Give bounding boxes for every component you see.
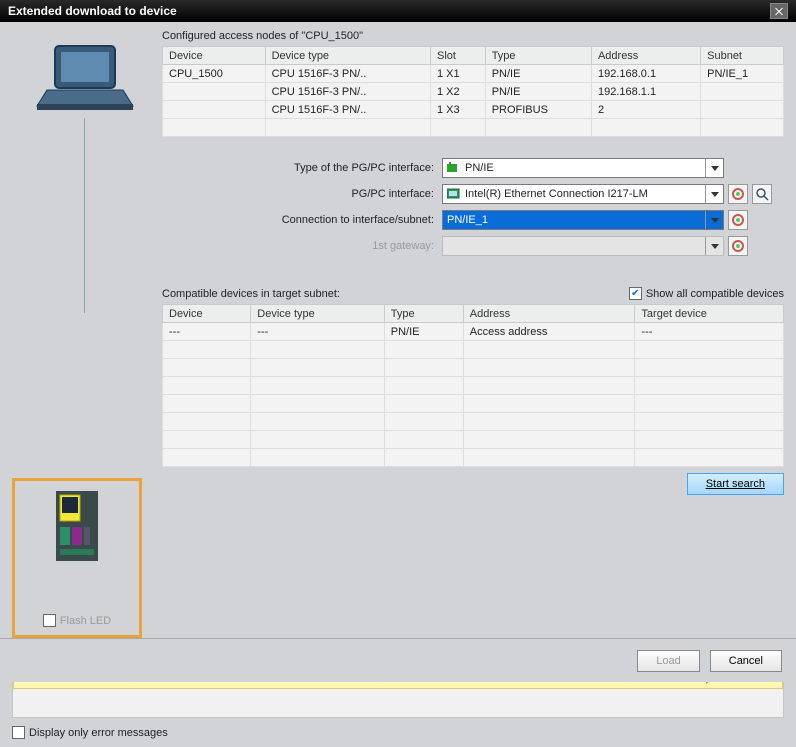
- start-search-button[interactable]: Start search: [687, 473, 784, 495]
- table-header: Device: [163, 47, 266, 65]
- table-header: Device: [163, 305, 251, 323]
- chevron-down-icon: [705, 159, 723, 177]
- type-interface-value: PN/IE: [465, 162, 494, 174]
- table-header: Target device: [635, 305, 784, 323]
- table-row[interactable]: CPU 1516F-3 PN/..1 X2PN/IE192.168.1.1: [163, 83, 784, 101]
- close-button[interactable]: [770, 3, 788, 19]
- table-header: Slot: [430, 47, 485, 65]
- interface-form: Type of the PG/PC interface: PN/IE PG/PC…: [242, 155, 784, 259]
- table-header: Device type: [251, 305, 384, 323]
- table-row[interactable]: CPU_1500CPU 1516F-3 PN/..1 X1PN/IE192.16…: [163, 65, 784, 83]
- type-interface-label: Type of the PG/PC interface:: [242, 162, 442, 174]
- table-header: Type: [384, 305, 463, 323]
- window-title: Extended download to device: [8, 4, 177, 18]
- diagnostics-button[interactable]: [728, 184, 748, 204]
- show-all-checkbox[interactable]: Show all compatible devices: [629, 287, 784, 300]
- table-row[interactable]: ------PN/IEAccess address---: [163, 323, 784, 341]
- cancel-button[interactable]: Cancel: [710, 650, 782, 672]
- table-row[interactable]: CPU 1516F-3 PN/..1 X3PROFIBUS2: [163, 101, 784, 119]
- plc-icon: [52, 491, 102, 561]
- search-button[interactable]: [752, 184, 772, 204]
- gateway-dropdown: [442, 236, 724, 256]
- flash-led-label: Flash LED: [60, 615, 111, 627]
- chevron-down-icon: [705, 237, 723, 255]
- titlebar: Extended download to device: [0, 0, 796, 22]
- type-interface-dropdown[interactable]: PN/IE: [442, 158, 724, 178]
- diagnostics-icon: [731, 187, 745, 201]
- load-button: Load: [637, 650, 699, 672]
- table-header: Address: [591, 47, 700, 65]
- pgpc-interface-value: Intel(R) Ethernet Connection I217-LM: [465, 188, 648, 200]
- pgpc-interface-label: PG/PC interface:: [242, 188, 442, 200]
- display-errors-label: Display only error messages: [29, 727, 168, 739]
- table-header: Device type: [265, 47, 430, 65]
- show-all-label: Show all compatible devices: [646, 288, 784, 300]
- connection-subnet-value: PN/IE_1: [447, 214, 488, 226]
- connection-line: [84, 118, 85, 313]
- pgpc-interface-dropdown[interactable]: Intel(R) Ethernet Connection I217-LM: [442, 184, 724, 204]
- compatible-devices-table: DeviceDevice typeTypeAddressTarget devic…: [162, 304, 784, 467]
- pnie-icon: [447, 162, 461, 174]
- checkbox-checked-icon: [629, 287, 642, 300]
- checkbox-box-icon: [12, 726, 25, 739]
- display-errors-checkbox[interactable]: Display only error messages: [12, 726, 784, 739]
- nic-icon: [447, 188, 461, 200]
- laptop-icon: [35, 38, 135, 118]
- table-header: Subnet: [701, 47, 784, 65]
- chevron-down-icon: [705, 185, 723, 203]
- diagnostics-button-2[interactable]: [728, 210, 748, 230]
- table-header: Type: [485, 47, 591, 65]
- checkbox-box-icon: [43, 614, 56, 627]
- connection-subnet-label: Connection to interface/subnet:: [242, 214, 442, 226]
- device-preview-box: Flash LED: [12, 478, 142, 638]
- diagnostics-icon: [731, 213, 745, 227]
- diagnostics-icon: [731, 239, 745, 253]
- search-icon: [755, 187, 769, 201]
- configured-nodes-table: DeviceDevice typeSlotTypeAddressSubnet C…: [162, 46, 784, 137]
- left-column: Flash LED: [12, 30, 157, 638]
- diagnostics-button-3[interactable]: [728, 236, 748, 256]
- gateway-label: 1st gateway:: [242, 240, 442, 252]
- connection-subnet-dropdown[interactable]: PN/IE_1: [442, 210, 724, 230]
- compatible-devices-label: Compatible devices in target subnet:: [162, 288, 340, 300]
- table-header: Address: [463, 305, 635, 323]
- flash-led-checkbox[interactable]: Flash LED: [43, 614, 111, 627]
- chevron-down-icon: [705, 211, 723, 229]
- dialog-footer: Load Cancel: [0, 638, 796, 682]
- configured-nodes-label: Configured access nodes of "CPU_1500": [162, 30, 784, 42]
